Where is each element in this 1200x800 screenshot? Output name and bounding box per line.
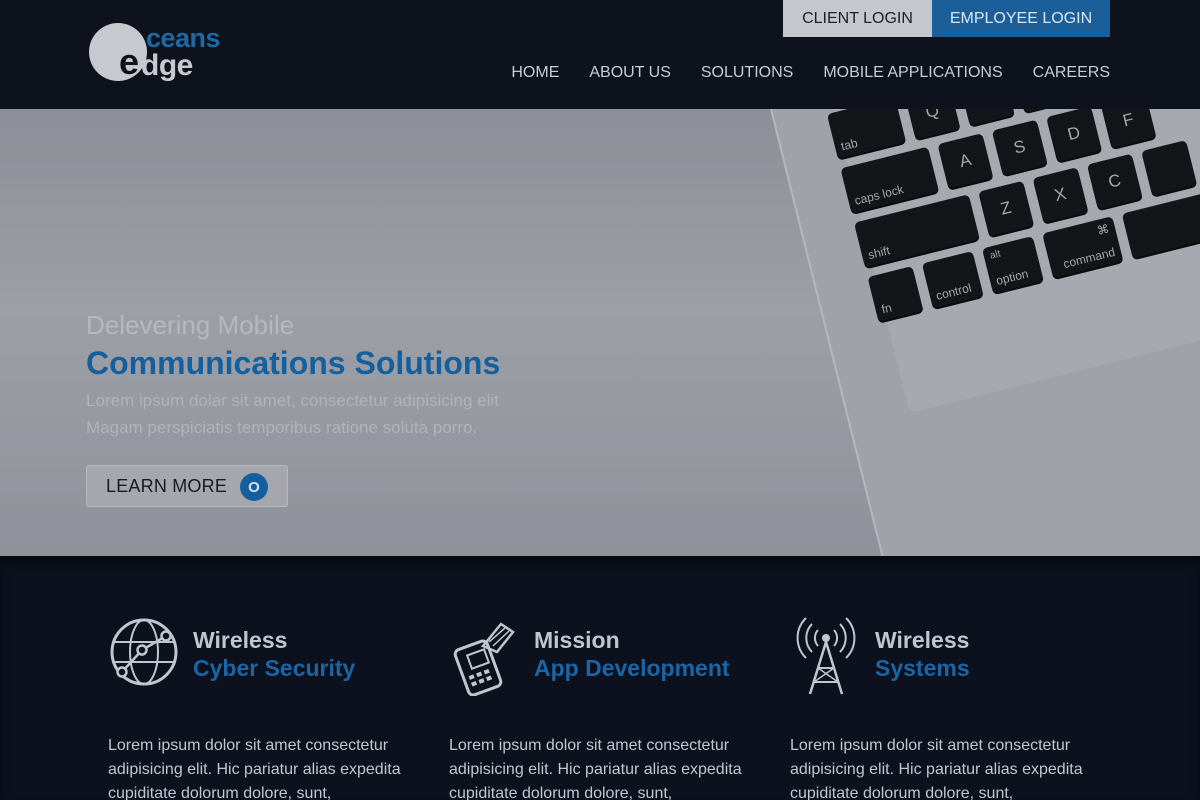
hero-desc-line-1: Lorem ipsum dolar sit amet, consectetur …: [86, 391, 499, 410]
command-symbol-icon: ⌘: [1095, 221, 1111, 239]
service-title-line-1: Wireless: [875, 627, 970, 653]
globe-network-icon: [108, 616, 180, 696]
service-title-line-2: Cyber Security: [193, 655, 356, 681]
main-nav: HOME ABOUT US SOLUTIONS MOBILE APPLICATI…: [511, 63, 1110, 83]
key-command: ⌘ command: [1042, 216, 1124, 279]
service-title-line-1: Wireless: [193, 627, 288, 653]
service-wireless-systems[interactable]: Wireless Systems Lorem ipsum dolor sit a…: [790, 556, 1110, 800]
service-title-line-2: Systems: [875, 655, 970, 681]
oceans-edge-logo[interactable]: e ceans dge: [88, 22, 248, 84]
key-tab: tab: [826, 109, 906, 159]
key-e: E: [1013, 109, 1069, 113]
learn-more-button[interactable]: LEARN MORE O: [86, 465, 288, 507]
logo-e: e: [119, 41, 139, 82]
key-command-label: command: [1061, 244, 1117, 272]
logo-circle: [89, 23, 147, 81]
nav-about-us[interactable]: ABOUT US: [589, 63, 671, 83]
services-section: Wireless Cyber Security Lorem ipsum dolo…: [0, 556, 1200, 800]
circle-arrow-icon: O: [240, 473, 268, 501]
key-v: [1141, 140, 1197, 196]
keyboard: tab Q W E caps lock A S D F shift Z X C …: [826, 109, 1200, 414]
key-q: Q: [904, 109, 961, 140]
key-c: C: [1086, 153, 1143, 210]
key-option-label: option: [994, 266, 1030, 288]
laptop-image: tab Q W E caps lock A S D F shift Z X C …: [760, 109, 1200, 556]
nav-mobile-applications[interactable]: MOBILE APPLICATIONS: [823, 63, 1002, 83]
key-w: W: [958, 109, 1015, 126]
service-description: Lorem ipsum dolor sit amet consectetur a…: [449, 737, 742, 800]
key-f: F: [1100, 109, 1157, 149]
nav-home[interactable]: HOME: [511, 63, 559, 83]
client-login-button[interactable]: CLIENT LOGIN: [783, 0, 932, 37]
nav-careers[interactable]: CAREERS: [1033, 63, 1110, 83]
key-control: control: [921, 251, 984, 309]
key-x: X: [1032, 167, 1089, 223]
key-s: S: [991, 119, 1048, 176]
service-description: Lorem ipsum dolor sit amet consectetur a…: [790, 737, 1083, 800]
key-z: Z: [978, 180, 1034, 237]
service-title: Wireless Systems: [875, 626, 970, 682]
key-option: alt option: [982, 236, 1044, 294]
key-alt-label: alt: [988, 248, 1002, 262]
key-a: A: [937, 133, 994, 189]
hero-content: Delevering Mobile Communications Solutio…: [86, 309, 501, 507]
hero-banner: tab Q W E caps lock A S D F shift Z X C …: [0, 109, 1200, 556]
hero-title: Communications Solutions: [86, 345, 501, 381]
antenna-tower-icon: [790, 616, 862, 696]
service-title: Mission App Development: [534, 626, 730, 682]
key-caps-lock: caps lock: [840, 146, 939, 214]
service-title-line-1: Mission: [534, 627, 620, 653]
logo-ceans: ceans: [146, 23, 221, 53]
key-d: D: [1046, 109, 1102, 162]
service-cyber-security[interactable]: Wireless Cyber Security Lorem ipsum dolo…: [108, 556, 428, 800]
learn-more-label: LEARN MORE: [106, 475, 228, 496]
hero-desc-line-2: Magam perspiciatis temporibus ratione so…: [86, 418, 478, 437]
service-app-development[interactable]: Mission App Development Lorem ipsum dolo…: [449, 556, 769, 800]
employee-login-button[interactable]: EMPLOYEE LOGIN: [932, 0, 1110, 37]
service-description: Lorem ipsum dolor sit amet consectetur a…: [108, 737, 401, 800]
site-header: e ceans dge CLIENT LOGIN EMPLOYEE LOGIN …: [0, 0, 1200, 109]
phone-app-icon: [449, 616, 521, 697]
hero-description: Lorem ipsum dolar sit amet, consectetur …: [86, 387, 500, 441]
key-fn: fn: [867, 266, 924, 322]
service-title-line-2: App Development: [534, 655, 730, 681]
nav-solutions[interactable]: SOLUTIONS: [701, 63, 793, 83]
hero-kicker: Delevering Mobile: [86, 310, 295, 340]
service-title: Wireless Cyber Security: [193, 626, 355, 682]
logo-dge: dge: [141, 49, 193, 82]
